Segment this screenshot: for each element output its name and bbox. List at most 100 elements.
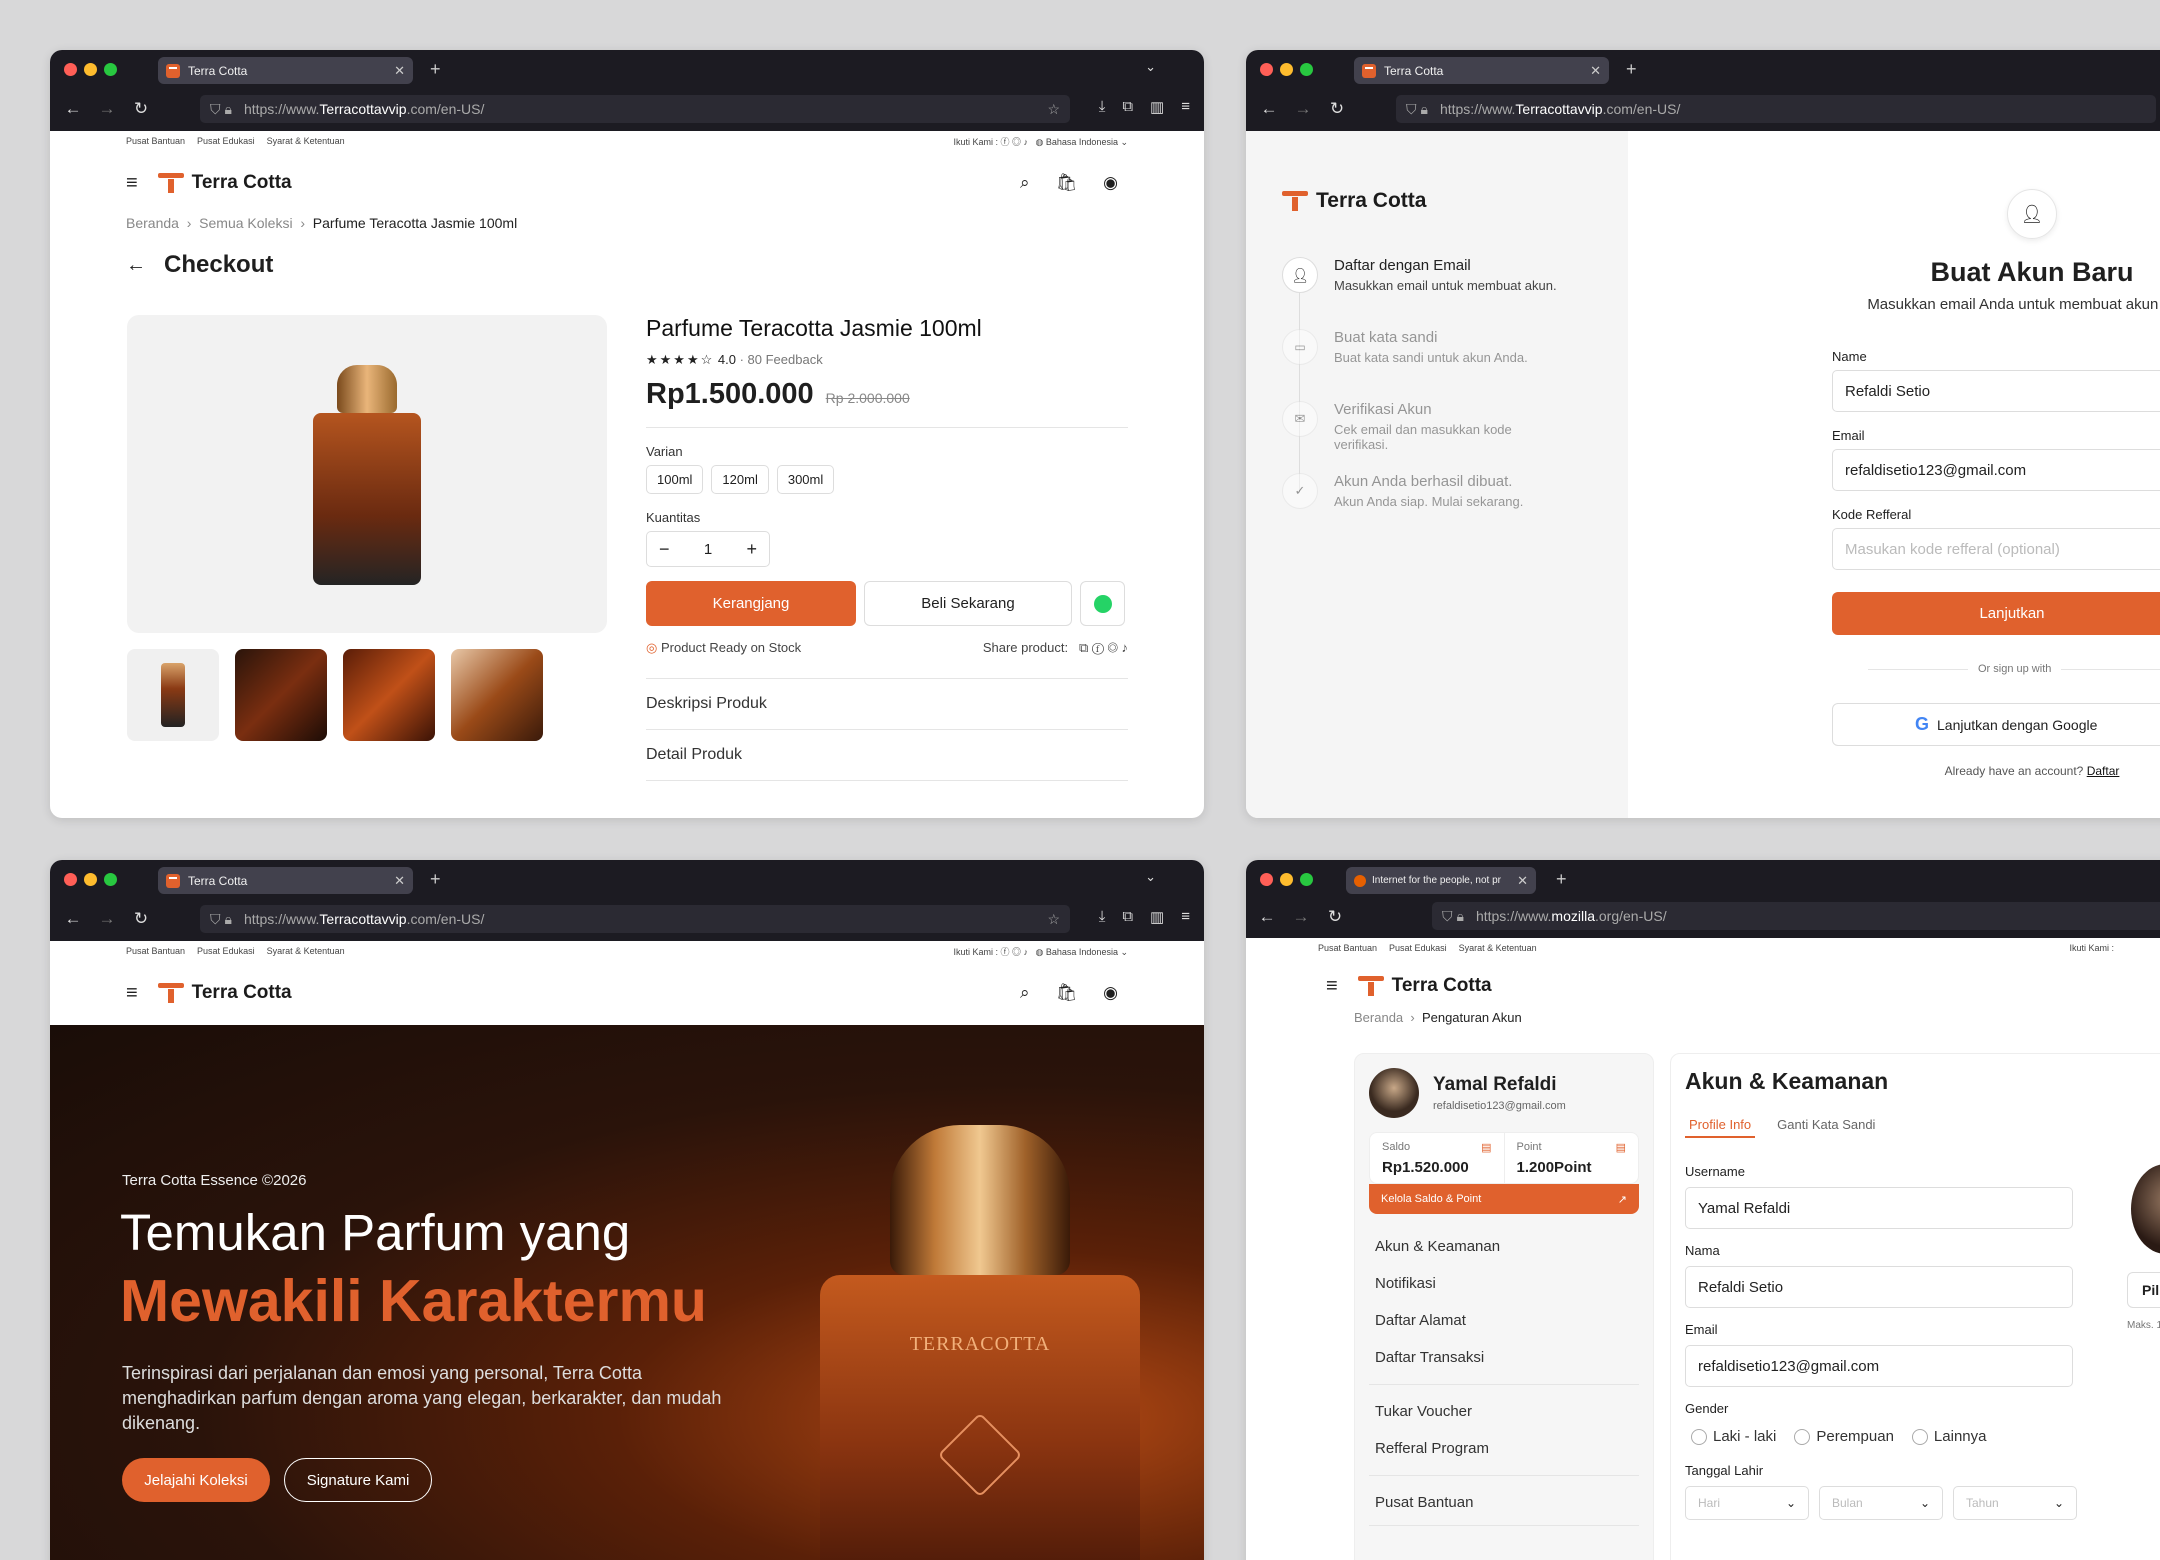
back-icon[interactable]: ← xyxy=(1252,99,1286,119)
hamburger-icon[interactable]: ≡ xyxy=(126,982,138,1005)
logo[interactable]: Terra Cotta xyxy=(1282,189,1592,213)
forward-icon[interactable]: → xyxy=(1284,907,1318,927)
reload-icon[interactable]: ↻ xyxy=(124,99,158,119)
month-select[interactable]: Bulan ⌄ xyxy=(1819,1486,1943,1521)
tab-list-icon[interactable]: ⌄ xyxy=(1145,59,1156,75)
bookmark-star-icon[interactable]: ☆ xyxy=(1047,101,1060,118)
gender-radio[interactable]: Perempuan xyxy=(1794,1428,1894,1446)
day-select[interactable]: Hari ⌄ xyxy=(1685,1486,1809,1521)
pick-photo-button[interactable]: Pili xyxy=(2127,1272,2160,1308)
new-tab-icon[interactable]: + xyxy=(430,869,441,890)
menu-item-referral[interactable]: Refferal Program xyxy=(1369,1430,1639,1476)
browser-tab[interactable]: Terra Cotta ✕ xyxy=(158,57,413,84)
menu-item-addresses[interactable]: Daftar Alamat xyxy=(1369,1302,1639,1339)
reload-icon[interactable]: ↻ xyxy=(124,909,158,929)
variant-chip[interactable]: 100ml xyxy=(646,465,704,494)
social-icons[interactable]: ⓕ ◎ ♪ xyxy=(1000,137,1028,147)
manage-balance-button[interactable]: Kelola Saldo & Point ↗ xyxy=(1369,1184,1639,1214)
thumbnail[interactable] xyxy=(343,649,435,741)
email-field[interactable]: refaldisetio123@gmail.com xyxy=(1832,449,2160,491)
url-bar[interactable]: ⛉ 🔒︎ https://www. Terracottavvip .com/en-US/… xyxy=(200,905,1070,933)
minus-icon[interactable]: − xyxy=(659,539,670,560)
url-bar[interactable]: ⛉ 🔒︎ https://www. mozilla .org/en-US/ xyxy=(1432,902,2160,930)
browser-tab[interactable]: Terra Cotta ✕ xyxy=(158,867,413,894)
plus-icon[interactable]: + xyxy=(746,539,757,560)
login-link[interactable]: Daftar xyxy=(2087,764,2120,778)
sidebar-icon[interactable]: ▥ xyxy=(1150,908,1164,926)
menu-icon[interactable]: ≡ xyxy=(1181,908,1190,926)
logo[interactable]: Terra Cotta xyxy=(1357,975,1492,997)
thumbnail[interactable] xyxy=(451,649,543,741)
explore-collection-button[interactable]: Jelajahi Koleksi xyxy=(122,1458,270,1502)
forward-icon[interactable]: → xyxy=(1286,99,1320,119)
new-tab-icon[interactable]: + xyxy=(1556,869,1567,890)
add-to-cart-button[interactable]: Kerangjang xyxy=(646,581,856,626)
new-tab-icon[interactable]: + xyxy=(1626,59,1637,80)
buy-now-button[interactable]: Beli Sekarang xyxy=(864,581,1072,626)
gender-radio[interactable]: Lainnya xyxy=(1911,1428,1986,1446)
menu-item-help[interactable]: Pusat Bantuan xyxy=(1369,1476,1639,1526)
close-tab-icon[interactable]: ✕ xyxy=(1590,63,1601,79)
share-icons[interactable]: ⧉ ⓕ ◎ ♪ xyxy=(1079,640,1128,655)
close-tab-icon[interactable]: ✕ xyxy=(394,873,405,889)
continue-button[interactable]: Lanjutkan xyxy=(1832,592,2160,635)
language-select[interactable]: Bahasa Indonesia xyxy=(1046,947,1118,957)
menu-icon[interactable]: ≡ xyxy=(1181,98,1190,116)
hamburger-icon[interactable]: ≡ xyxy=(1326,975,1338,998)
tab-profile-info[interactable]: Profile Info xyxy=(1685,1117,1756,1138)
name-field[interactable]: Refaldi Setio xyxy=(1832,370,2160,412)
username-field[interactable]: Yamal Refaldi xyxy=(1685,1187,2073,1229)
bookmark-star-icon[interactable]: ☆ xyxy=(1047,911,1060,928)
menu-item-notifications[interactable]: Notifikasi xyxy=(1369,1265,1639,1302)
language-select[interactable]: Bahasa Indonesia xyxy=(1046,137,1118,147)
social-icons[interactable]: ⓕ ◎ ♪ xyxy=(1000,947,1028,957)
window-controls[interactable] xyxy=(1260,873,1313,886)
reload-icon[interactable]: ↻ xyxy=(1318,907,1352,927)
account-icon[interactable]: ◉ xyxy=(1103,983,1118,1003)
tab-list-icon[interactable]: ⌄ xyxy=(1145,869,1156,885)
menu-item-voucher[interactable]: Tukar Voucher xyxy=(1369,1385,1639,1430)
google-signup-button[interactable]: G Lanjutkan dengan Google xyxy=(1832,703,2160,746)
variant-chip[interactable]: 300ml xyxy=(776,465,835,494)
whatsapp-button[interactable] xyxy=(1080,581,1125,626)
thumbnail[interactable] xyxy=(127,649,219,741)
variant-chip[interactable]: 120ml xyxy=(711,465,769,494)
accordion-description[interactable]: Deskripsi Produk xyxy=(646,678,1128,729)
reload-icon[interactable]: ↻ xyxy=(1320,99,1354,119)
forward-icon[interactable]: → xyxy=(90,99,124,119)
accordion-detail[interactable]: Detail Produk xyxy=(646,729,1128,781)
window-controls[interactable] xyxy=(64,63,117,76)
url-bar[interactable]: ⛉ 🔒︎ https://www. Terracottavvip .com/en-US/… xyxy=(200,95,1070,123)
referral-field[interactable]: Masukan kode refferal (optional) xyxy=(1832,528,2160,570)
gender-radio[interactable]: Laki - laki xyxy=(1685,1428,1776,1446)
back-icon[interactable]: ← xyxy=(1250,907,1284,927)
name-field[interactable]: Refaldi Setio xyxy=(1685,1266,2073,1308)
cart-icon[interactable]: 🛍︎ xyxy=(1056,983,1078,1003)
menu-item-security[interactable]: Akun & Keamanan xyxy=(1369,1228,1639,1265)
window-controls[interactable] xyxy=(64,873,117,886)
education-link[interactable]: Pusat Edukasi xyxy=(197,136,255,146)
new-tab-icon[interactable]: + xyxy=(430,59,441,80)
extensions-icon[interactable]: ⧉ xyxy=(1122,908,1133,926)
cart-icon[interactable]: 🛍︎ xyxy=(1056,173,1078,193)
forward-icon[interactable]: → xyxy=(90,909,124,929)
search-icon[interactable]: ⌕ xyxy=(1020,983,1030,1003)
browser-tab[interactable]: Terra Cotta ✕ xyxy=(1354,57,1609,84)
back-arrow-icon[interactable]: ← xyxy=(126,254,146,277)
logo[interactable]: Terra Cotta xyxy=(157,982,292,1004)
email-field[interactable]: refaldisetio123@gmail.com xyxy=(1685,1345,2073,1387)
download-icon[interactable]: ⤓ xyxy=(1099,908,1106,926)
thumbnail[interactable] xyxy=(235,649,327,741)
browser-tab[interactable]: Internet for the people, not pr ✕ xyxy=(1346,867,1536,894)
year-select[interactable]: Tahun ⌄ xyxy=(1953,1486,2077,1521)
back-icon[interactable]: ← xyxy=(56,99,90,119)
back-icon[interactable]: ← xyxy=(56,909,90,929)
tab-change-password[interactable]: Ganti Kata Sandi xyxy=(1777,1117,1875,1138)
sidebar-icon[interactable]: ▥ xyxy=(1150,98,1164,116)
account-icon[interactable]: ◉ xyxy=(1103,173,1118,193)
terms-link[interactable]: Syarat & Ketentuan xyxy=(267,136,345,146)
signature-button[interactable]: Signature Kami xyxy=(284,1458,432,1502)
help-link[interactable]: Pusat Bantuan xyxy=(126,136,185,146)
extensions-icon[interactable]: ⧉ xyxy=(1122,98,1133,116)
window-controls[interactable] xyxy=(1260,63,1313,76)
